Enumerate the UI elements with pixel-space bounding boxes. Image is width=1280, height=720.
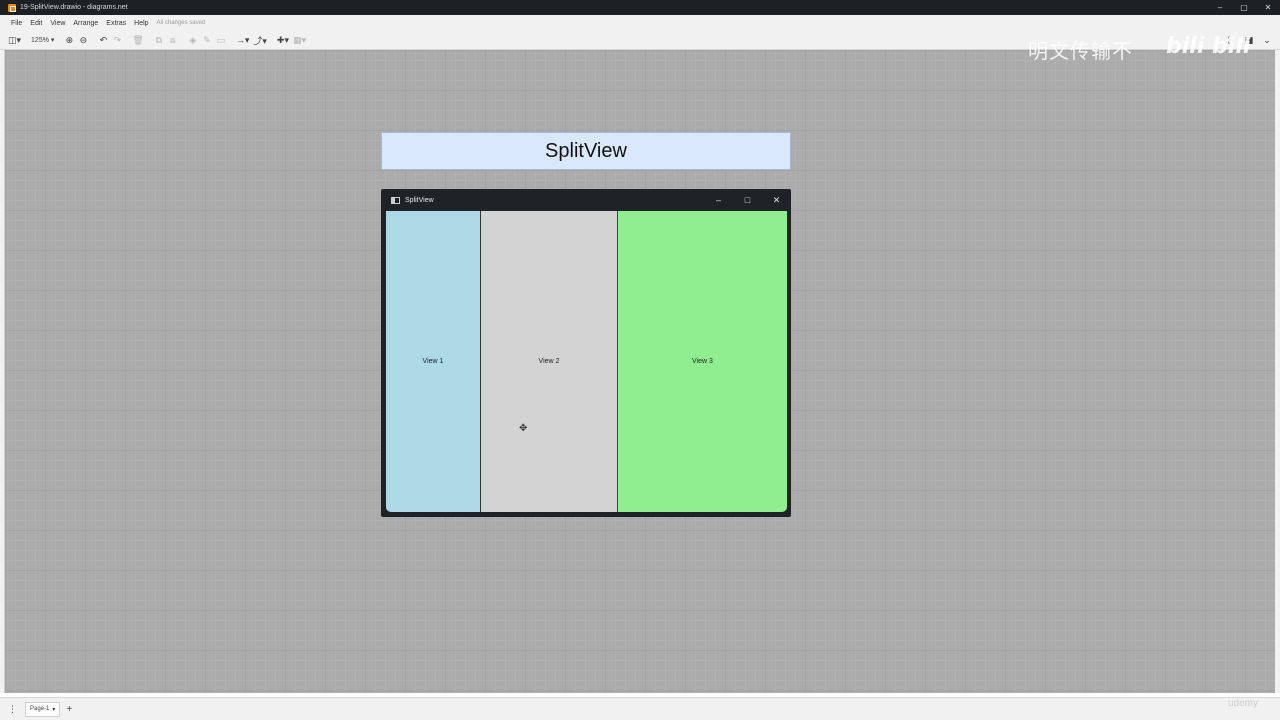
window-title: 19-SplitView.drawio - diagrams.net [20,4,128,11]
waypoints-icon[interactable]: ⤴▾ [251,33,269,47]
splitview-window-image[interactable]: SplitView – □ ✕ View 1 View 2 View 3 [381,189,791,517]
delete-icon[interactable]: 🗑 [130,33,145,47]
insert-icon[interactable]: ✚▾ [275,33,291,47]
collapse-icon[interactable]: ⌄ [1260,33,1274,47]
table-icon[interactable]: ▦▾ [291,33,308,47]
drawio-app-icon [8,3,16,12]
splitview-header-shape[interactable]: SplitView [381,132,791,170]
minimize-button[interactable]: – [1208,3,1232,12]
bilibili-logo: bili bili [1166,34,1251,59]
udemy-watermark: udemy [1228,698,1259,709]
maximize-button[interactable]: ▢ [1232,3,1256,12]
to-back-icon[interactable]: ⧈ [166,33,180,47]
view-3-pane: View 3 [618,211,787,512]
undo-icon[interactable]: ↶ [96,33,110,47]
mock-window-body: View 1 View 2 View 3 [386,211,787,512]
line-color-icon[interactable]: ✎ [200,33,214,47]
menu-edit[interactable]: Edit [26,20,46,27]
save-status: All changes saved [156,20,206,26]
chevron-down-icon: ▾ [52,706,56,713]
window-app-icon [391,196,400,204]
view-2-label: View 2 [538,358,560,365]
view-3-label: View 3 [692,358,713,365]
view-1-pane: View 1 [386,211,480,512]
redo-icon[interactable]: ↷ [110,33,124,47]
zoom-select[interactable]: 125% ▾ [29,33,56,47]
mock-minimize-icon: – [715,195,721,205]
mock-window-title: SplitView [405,196,434,204]
title-bar: 19-SplitView.drawio - diagrams.net – ▢ ✕ [0,0,1280,15]
view-2-pane: View 2 [480,211,618,512]
menu-help[interactable]: Help [130,20,152,27]
panels-toggle-icon[interactable]: ◫▾ [6,33,23,47]
menu-extras[interactable]: Extras [102,20,130,27]
to-front-icon[interactable]: ⧉ [152,33,166,47]
menu-bar: File Edit View Arrange Extras Help All c… [0,15,1280,31]
add-page-button[interactable]: + [66,704,72,715]
move-cursor-icon: ✥ [519,423,528,434]
mock-window-titlebar: SplitView – □ ✕ [381,189,791,211]
zoom-in-icon[interactable]: ⊕ [62,33,76,47]
page-tab[interactable]: Page-1 ▾ [25,701,61,717]
page-tab-label: Page-1 [30,706,50,712]
menu-view[interactable]: View [46,20,69,27]
close-button[interactable]: ✕ [1256,3,1280,12]
menu-arrange[interactable]: Arrange [69,20,102,27]
page-bar: ⋮ Page-1 ▾ + [0,697,1280,720]
right-panel-edge [1275,50,1280,693]
zoom-value: 125% [31,36,49,44]
menu-file[interactable]: File [7,20,26,27]
shadow-icon[interactable]: ▭ [214,33,228,47]
view-1-label: View 1 [422,358,444,365]
fill-color-icon[interactable]: ◈ [186,33,200,47]
zoom-out-icon[interactable]: ⊖ [76,33,90,47]
connection-style-icon[interactable]: →▾ [234,33,252,47]
pages-menu-icon[interactable]: ⋮ [8,704,17,715]
watermark-text: 明文传输不 [1028,39,1133,63]
mock-maximize-icon: □ [744,195,751,205]
mock-close-icon: ✕ [772,194,781,205]
